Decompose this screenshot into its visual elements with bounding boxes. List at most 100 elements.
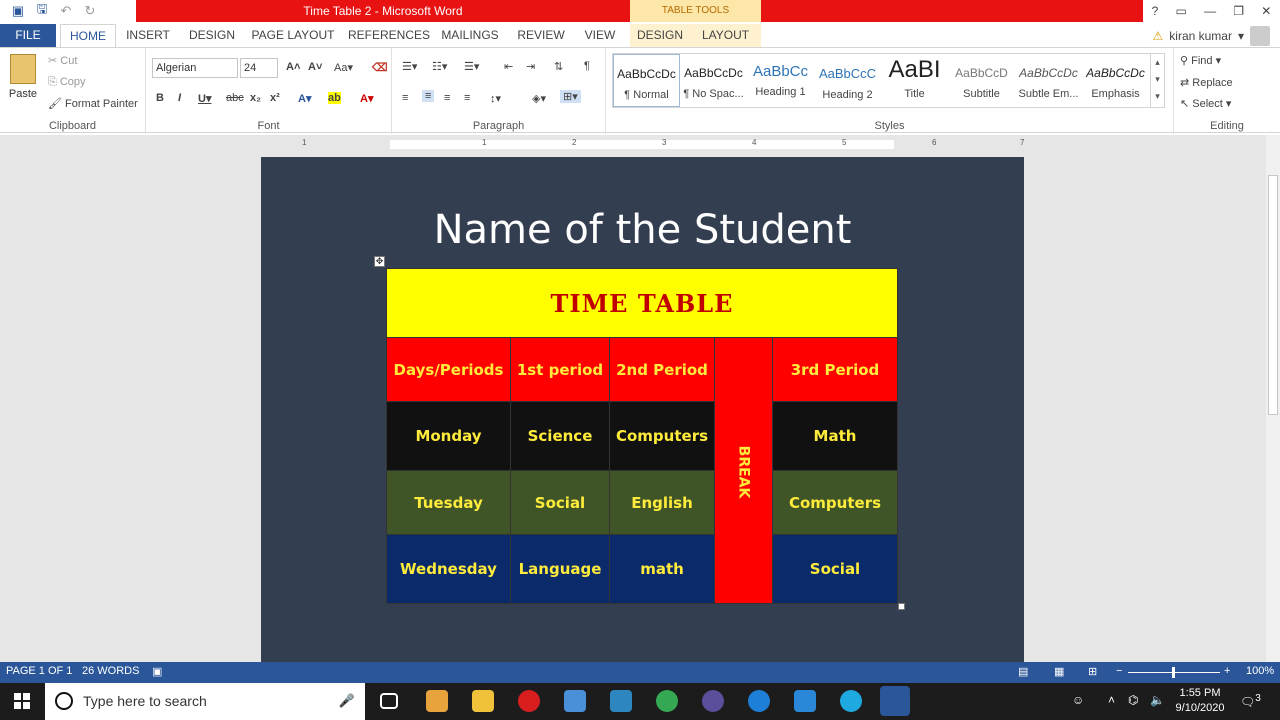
style-subtitle[interactable]: AaBbCcD Subtitle [948, 54, 1015, 107]
vertical-scrollbar[interactable] [1266, 135, 1280, 662]
microphone-icon[interactable]: 🎤 [339, 693, 355, 709]
store-icon[interactable] [426, 690, 448, 712]
period-cell[interactable]: Social [772, 534, 898, 604]
save-icon[interactable]: 🖫 [32, 0, 52, 22]
student-name-heading[interactable]: Name of the Student [261, 207, 1024, 253]
print-layout-icon[interactable]: ▦ [1054, 665, 1064, 678]
clear-formatting-icon[interactable]: ⌫ [372, 61, 388, 74]
skype-icon[interactable] [840, 690, 862, 712]
superscript-icon[interactable]: x² [270, 92, 280, 104]
subscript-icon[interactable]: x₂ [250, 92, 261, 104]
style-normal[interactable]: AaBbCcDc ¶ Normal [613, 54, 680, 107]
minimize-icon[interactable]: — [1204, 4, 1216, 18]
tab-design[interactable]: DESIGN [184, 24, 240, 47]
mail-icon[interactable] [794, 690, 816, 712]
zoom-slider-thumb[interactable] [1172, 667, 1175, 678]
task-view-icon[interactable] [380, 693, 398, 709]
table-title[interactable]: TIME TABLE [386, 268, 898, 338]
vertical-ruler[interactable] [4, 155, 18, 660]
period-cell[interactable]: math [609, 534, 715, 604]
underline-icon[interactable]: U▾ [198, 92, 211, 105]
style-title[interactable]: AaBI Title [881, 54, 948, 107]
avatar[interactable] [1250, 25, 1270, 46]
restore-icon[interactable]: ❐ [1233, 4, 1244, 18]
period-cell[interactable]: English [609, 470, 715, 535]
tab-review[interactable]: REVIEW [514, 24, 568, 47]
tab-table-layout[interactable]: LAYOUT [690, 24, 761, 47]
day-cell[interactable]: Monday [386, 401, 511, 471]
decrease-indent-icon[interactable]: ⇤ [504, 60, 513, 73]
table-move-handle-icon[interactable]: ✥ [374, 256, 385, 267]
shrink-font-icon[interactable]: A˅ [308, 61, 322, 73]
font-color-icon[interactable]: A▾ [360, 92, 373, 105]
grow-font-icon[interactable]: A˄ [286, 61, 300, 73]
edge-icon[interactable] [748, 690, 770, 712]
tab-view[interactable]: VIEW [580, 24, 620, 47]
read-mode-icon[interactable]: ▤ [1018, 665, 1028, 678]
redo-icon[interactable]: ↻ [80, 3, 100, 19]
proofing-icon[interactable]: ▣ [152, 665, 162, 678]
shading-icon[interactable]: ◈▾ [532, 92, 546, 105]
opera-icon[interactable] [518, 690, 540, 712]
find-button[interactable]: ⚲ Find ▾ [1180, 54, 1221, 67]
tray-chevron-up-icon[interactable]: ˄ [1108, 693, 1115, 707]
chrome-icon[interactable] [656, 690, 678, 712]
tab-mailings[interactable]: MAILINGS [438, 24, 502, 47]
scrollbar-thumb[interactable] [1268, 175, 1278, 415]
numbering-icon[interactable]: ☷▾ [432, 60, 447, 73]
zoom-in-icon[interactable]: + [1224, 665, 1230, 677]
style-heading-2[interactable]: AaBbCcC Heading 2 [814, 54, 881, 107]
timetable[interactable]: TIME TABLE Days/Periods 1st period 2nd P… [386, 268, 898, 604]
strikethrough-icon[interactable]: abc [226, 92, 244, 104]
network-icon[interactable]: ⌬ [1128, 693, 1138, 707]
cut-button[interactable]: ✂ Cut [48, 54, 77, 67]
font-size-select[interactable]: 24 [240, 58, 278, 78]
file-explorer-icon[interactable] [472, 690, 494, 712]
table-resize-handle[interactable] [898, 603, 905, 610]
font-family-select[interactable]: Algerian [152, 58, 238, 78]
period-cell[interactable]: Math [772, 401, 898, 471]
horizontal-ruler[interactable]: 1 1 2 3 4 5 6 7 [260, 137, 1024, 151]
replace-button[interactable]: ⇄ Replace [1180, 76, 1233, 89]
period-cell[interactable]: Language [510, 534, 610, 604]
period-cell[interactable]: Computers [609, 401, 715, 471]
app-icon[interactable] [564, 690, 586, 712]
paste-button[interactable]: Paste [8, 54, 38, 100]
page-count[interactable]: PAGE 1 OF 1 [6, 665, 72, 677]
tab-file[interactable]: FILE [0, 24, 56, 47]
align-right-icon[interactable]: ≡ [444, 92, 450, 104]
increase-indent-icon[interactable]: ⇥ [526, 60, 535, 73]
header-period-2[interactable]: 2nd Period [609, 337, 715, 402]
styles-scroll[interactable]: ▴ ▾ ▾ [1150, 54, 1164, 107]
tab-table-design[interactable]: DESIGN [630, 24, 690, 47]
align-center-icon[interactable]: ≡ [422, 90, 435, 102]
windows-start-icon[interactable] [14, 693, 30, 709]
header-period-3[interactable]: 3rd Period [772, 337, 898, 402]
text-effects-icon[interactable]: A▾ [298, 92, 311, 105]
style-heading-1[interactable]: AaBbCc Heading 1 [747, 54, 814, 107]
user-account[interactable]: ⚠ kiran kumar ▾ [1153, 24, 1270, 47]
bold-icon[interactable]: B [156, 92, 164, 104]
highlight-icon[interactable]: ab [328, 92, 341, 104]
tab-references[interactable]: REFERENCES [348, 24, 430, 47]
italic-icon[interactable]: I [178, 92, 181, 104]
taskbar-search[interactable]: Type here to search 🎤 [45, 683, 365, 720]
style-emphasis[interactable]: AaBbCcDc Emphasis [1082, 54, 1149, 107]
help-icon[interactable]: ? [1152, 4, 1159, 18]
period-cell[interactable]: Social [510, 470, 610, 535]
tab-insert[interactable]: INSERT [120, 24, 176, 47]
app-icon[interactable] [702, 690, 724, 712]
period-cell[interactable]: Computers [772, 470, 898, 535]
select-button[interactable]: ↖ Select ▾ [1180, 97, 1231, 110]
align-left-icon[interactable]: ≡ [402, 92, 408, 104]
pilcrow-icon[interactable]: ¶ [584, 60, 590, 72]
justify-icon[interactable]: ≡ [464, 92, 470, 104]
header-period-1[interactable]: 1st period [510, 337, 610, 402]
word-taskbar-icon[interactable] [880, 686, 910, 716]
break-cell[interactable]: BREAK [714, 337, 773, 604]
volume-icon[interactable]: 🔈 [1150, 693, 1165, 707]
close-icon[interactable]: ✕ [1261, 4, 1271, 18]
change-case-icon[interactable]: Aa▾ [334, 61, 353, 74]
copy-button[interactable]: ⎘ Copy [48, 76, 86, 89]
day-cell[interactable]: Tuesday [386, 470, 511, 535]
